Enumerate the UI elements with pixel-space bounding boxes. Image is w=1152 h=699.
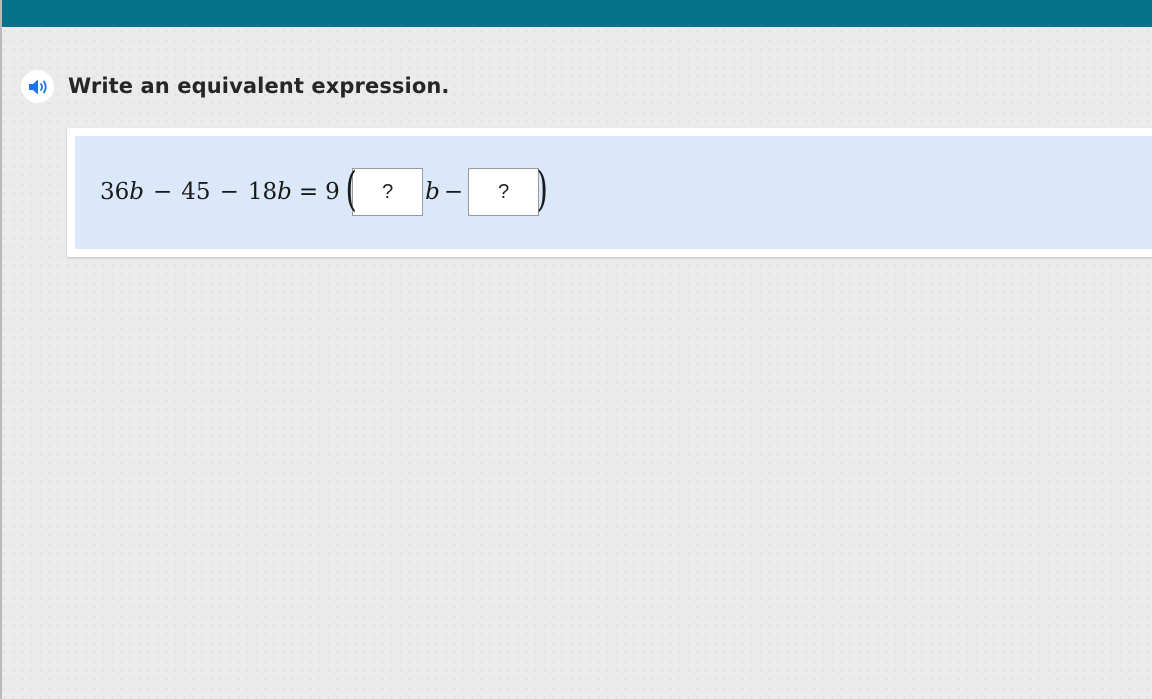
open-parenthesis: ( xyxy=(345,162,357,217)
question-prompt: Write an equivalent expression. xyxy=(68,74,450,98)
question-card: 36b − 45 − 18b = 9 ( b − ) xyxy=(67,128,1152,257)
equation: 36b − 45 − 18b = 9 ( b − ) xyxy=(100,162,552,218)
term1-coefficient: 36 xyxy=(100,179,130,205)
minus-sign: − xyxy=(443,179,464,205)
equals-sign: = xyxy=(298,179,319,205)
minus-sign: − xyxy=(219,179,239,205)
top-header-bar xyxy=(0,0,1152,27)
term1-variable: b xyxy=(129,179,145,205)
term2-constant: 45 xyxy=(181,179,211,205)
left-border xyxy=(0,0,2,699)
common-factor: 9 xyxy=(325,179,340,205)
answer-input-constant[interactable] xyxy=(468,168,540,216)
term3-variable: b xyxy=(277,179,292,205)
speaker-icon xyxy=(28,79,47,94)
minus-sign: − xyxy=(153,179,173,205)
read-aloud-button[interactable] xyxy=(21,70,54,103)
term3-coefficient: 18 xyxy=(247,179,278,205)
equation-panel: 36b − 45 − 18b = 9 ( b − ) xyxy=(75,136,1152,249)
inner-variable: b xyxy=(425,179,440,205)
close-parenthesis: ) xyxy=(536,162,549,217)
answer-input-coefficient[interactable] xyxy=(352,168,424,216)
